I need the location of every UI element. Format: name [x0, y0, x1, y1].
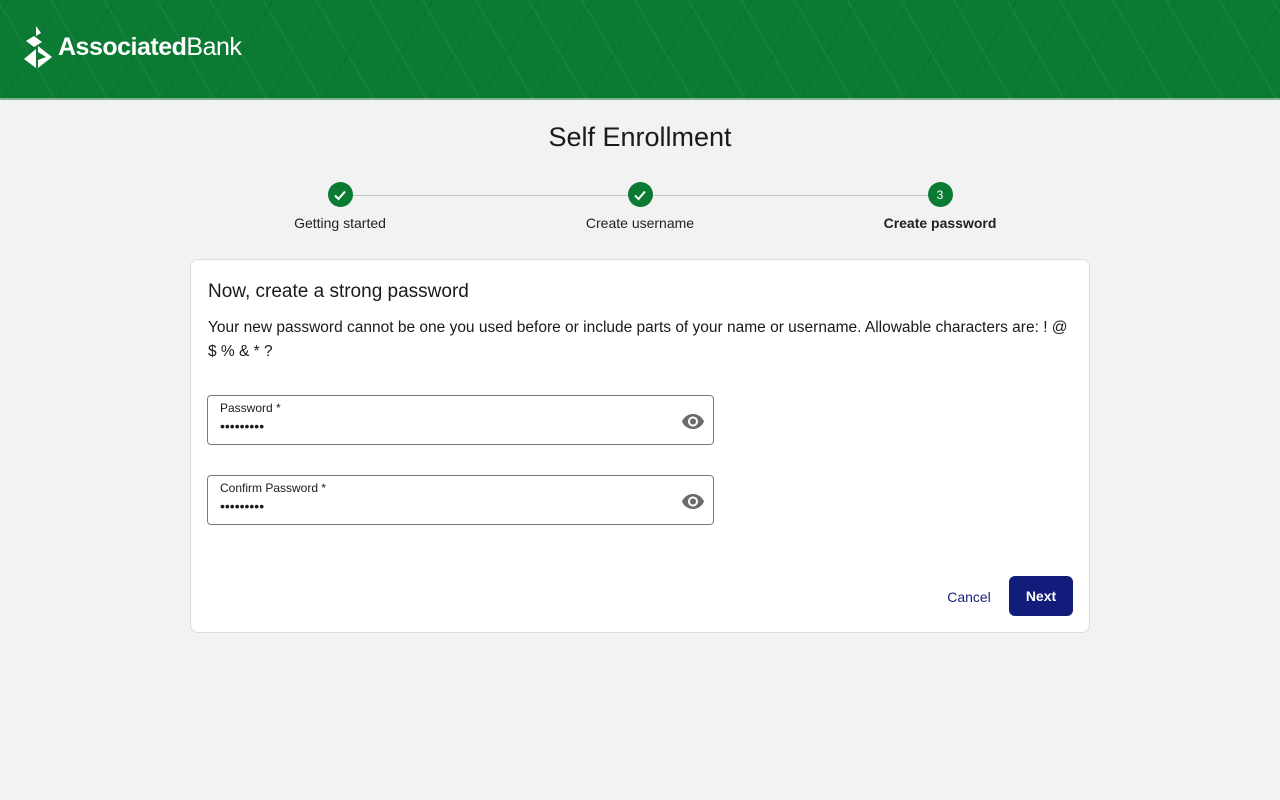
eye-icon[interactable]	[681, 489, 705, 513]
brand-name-bold: Associated	[58, 33, 187, 61]
next-button[interactable]: Next	[1009, 576, 1073, 616]
brand-name-light: Bank	[186, 33, 242, 61]
associated-bank-logo[interactable]: AssociatedBank	[24, 26, 242, 68]
step-complete-badge	[327, 182, 353, 207]
confirm-password-label: Confirm Password *	[220, 481, 327, 495]
password-label: Password *	[220, 401, 281, 415]
step-label: Create password	[883, 215, 997, 231]
check-icon	[634, 190, 646, 200]
step-create-password: 3 Create password	[840, 182, 1040, 231]
page-title: Self Enrollment	[548, 122, 732, 152]
password-input[interactable]: •••••••••	[220, 418, 264, 434]
enrollment-stepper: Getting started Create username 3 Create…	[240, 182, 1040, 242]
step-label: Create username	[585, 215, 695, 231]
step-label: Getting started	[294, 215, 386, 231]
step-create-username: Create username	[540, 182, 740, 231]
check-icon	[334, 190, 346, 200]
form-description: Your new password cannot be one you used…	[208, 319, 1068, 360]
step-complete-badge	[627, 182, 653, 207]
eye-icon[interactable]	[681, 409, 705, 433]
step-getting-started: Getting started	[240, 182, 440, 231]
confirm-password-field[interactable]: Confirm Password * •••••••••	[207, 475, 714, 525]
confirm-password-input[interactable]: •••••••••	[220, 498, 264, 514]
password-form-card: Now, create a strong password Your new p…	[190, 259, 1090, 633]
step-number-badge: 3	[927, 182, 953, 207]
password-field[interactable]: Password * •••••••••	[207, 395, 714, 445]
form-title: Now, create a strong password	[208, 281, 469, 302]
cancel-button[interactable]: Cancel	[943, 577, 995, 617]
site-header: AssociatedBank	[0, 0, 1280, 100]
brand-name: AssociatedBank	[58, 26, 242, 68]
logo-mark-icon	[24, 26, 52, 68]
